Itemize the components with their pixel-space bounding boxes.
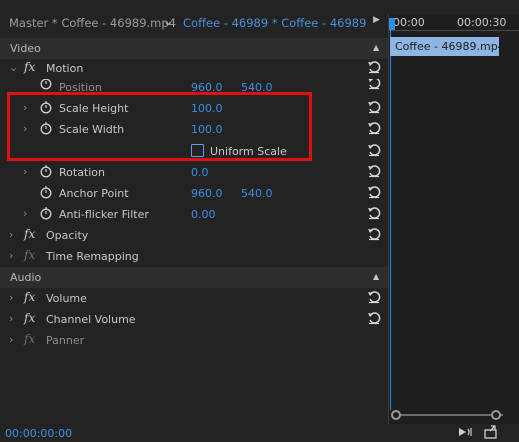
chevron-right-icon[interactable]: › [9,249,13,262]
effect-motion-label: Motion [46,62,84,75]
chevron-right-icon[interactable]: › [9,228,13,241]
bottom-bar: 00:00:00:00 [0,424,519,442]
chevron-right-icon[interactable]: › [9,333,13,346]
timeline-clip[interactable]: Coffee - 46989.mp4 [390,37,505,56]
chevron-right-icon[interactable]: › [23,165,27,178]
effect-volume-label: Volume [46,292,87,305]
reset-icon[interactable] [367,164,381,178]
reset-icon[interactable] [367,100,381,114]
fx-icon: fx [24,332,36,346]
reset-icon[interactable] [367,185,381,199]
ruler-end-time: 00:00:30 [457,16,507,29]
reset-icon[interactable] [367,79,381,90]
anti-flicker-value[interactable]: 0.00 [191,208,216,221]
chevron-right-icon[interactable]: › [9,312,13,325]
reset-icon[interactable] [367,206,381,220]
play-triangle-icon[interactable]: ▶ [373,15,380,25]
effect-motion[interactable]: ⌄ fx Motion [0,58,388,79]
mini-timeline[interactable]: 00:00 00:00:30 Coffee - 46989.mp4 [389,14,519,428]
zoom-handle-left[interactable] [391,410,401,420]
chevron-down-icon[interactable]: ⌄ [9,61,18,74]
stopwatch-icon[interactable] [40,185,52,199]
property-anti-flicker[interactable]: › Anti-flicker Filter 0.00 [0,204,388,225]
effect-time-remapping[interactable]: › fx Time Remapping [0,246,388,267]
property-anchor-point[interactable]: Anchor Point 960.0 540.0 [0,183,388,204]
reset-icon[interactable] [367,143,381,157]
reset-icon[interactable] [367,311,381,325]
reset-icon[interactable] [367,227,381,241]
zoom-handle-right[interactable] [491,410,501,420]
chevron-down-icon[interactable]: ⌄ [163,14,173,28]
anchor-x-value[interactable]: 960.0 [191,187,223,200]
reset-icon[interactable] [367,60,381,74]
reset-icon[interactable] [367,290,381,304]
effect-panner[interactable]: › fx Panner [0,330,388,351]
time-ruler[interactable] [389,30,519,31]
property-anchor-point-label: Anchor Point [59,187,129,200]
zoom-scrollbar[interactable] [396,414,503,416]
play-audio-icon[interactable] [457,425,473,439]
highlight-box [7,92,312,161]
fx-icon[interactable]: fx [24,311,35,325]
section-audio-label: Audio [10,271,42,284]
property-rotation[interactable]: › Rotation 0.0 [0,162,388,183]
playhead-line[interactable] [390,30,391,410]
scroll-up-icon[interactable]: ▲ [373,43,379,52]
chevron-right-icon[interactable]: › [9,291,13,304]
effect-panner-label: Panner [46,334,85,347]
property-anti-flicker-label: Anti-flicker Filter [59,208,149,221]
section-video: Video ▲ [0,38,388,59]
stopwatch-icon[interactable] [40,206,52,220]
reset-icon[interactable] [367,121,381,135]
fx-icon[interactable]: fx [24,290,35,304]
chevron-right-icon[interactable]: › [23,207,27,220]
property-rotation-label: Rotation [59,166,106,179]
current-timecode[interactable]: 00:00:00:00 [5,427,72,440]
stopwatch-icon[interactable] [40,164,52,178]
scroll-up-icon[interactable]: ▲ [373,272,379,281]
fx-icon[interactable]: fx [24,227,35,241]
tab-sequence-clip[interactable]: Coffee - 46989 * Coffee - 46989.m... [183,16,366,30]
section-audio: Audio ▲ [0,267,388,288]
export-icon[interactable] [483,425,499,439]
section-video-label: Video [10,42,41,55]
effect-volume[interactable]: › fx Volume [0,288,388,309]
effect-opacity[interactable]: › fx Opacity [0,225,388,246]
ruler-start-time: 00:00 [393,16,425,29]
stopwatch-icon[interactable] [40,79,52,90]
anchor-y-value[interactable]: 540.0 [241,187,273,200]
rotation-value[interactable]: 0.0 [191,166,209,179]
effect-channel-volume[interactable]: › fx Channel Volume [0,309,388,330]
fx-icon: fx [24,248,36,262]
fx-icon[interactable]: fx [24,60,35,74]
effect-time-remapping-label: Time Remapping [46,250,139,263]
tab-master-clip[interactable]: Master * Coffee - 46989.mp4 [9,16,176,30]
effect-channel-volume-label: Channel Volume [46,313,136,326]
property-position[interactable]: Position 960.0 540.0 [0,79,388,93]
playhead-handle[interactable] [389,18,395,30]
effect-opacity-label: Opacity [46,229,89,242]
